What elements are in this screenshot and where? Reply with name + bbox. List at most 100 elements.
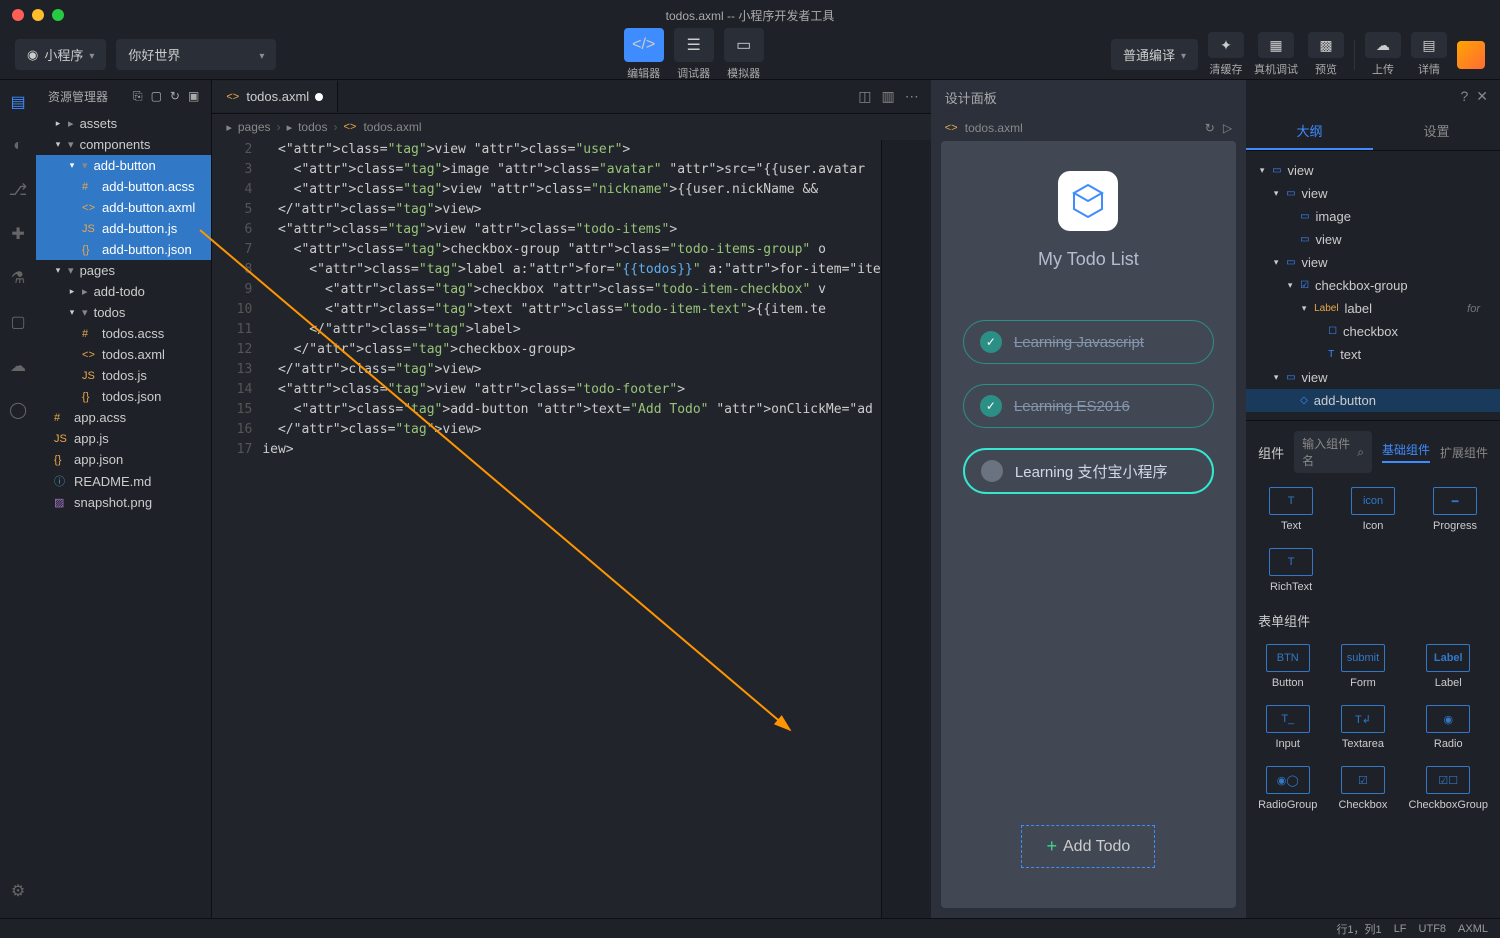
git-activity[interactable]: ⎇	[6, 178, 30, 202]
component-button[interactable]: BTNButton	[1258, 644, 1317, 689]
editor-tab-todos-axml[interactable]: <> todos.axml	[212, 81, 338, 112]
test-activity[interactable]: ⚗	[6, 266, 30, 290]
todo-item[interactable]: ✓ Learning ES2016	[963, 384, 1214, 428]
component-textarea[interactable]: T↲Textarea	[1333, 705, 1392, 750]
compile-mode-dropdown[interactable]: 普通编译	[1111, 39, 1198, 70]
breadcrumb[interactable]: ▸pages › ▸todos › <>todos.axml	[212, 114, 930, 140]
outline-node-checkbox-group[interactable]: ▾☑checkbox-group	[1246, 274, 1500, 297]
settings-activity[interactable]: ⚙	[6, 879, 30, 903]
tree-file-app-js[interactable]: JSapp.js	[36, 428, 211, 449]
split-editor-icon[interactable]: ◫	[858, 88, 871, 105]
upload-button[interactable]: ☁上传	[1365, 32, 1401, 77]
details-button[interactable]: ▤详情	[1411, 32, 1447, 77]
tree-file-add-button-js[interactable]: JSadd-button.js	[36, 218, 211, 239]
tree-folder-add-button[interactable]: ▾▾add-button	[36, 155, 211, 176]
help-icon[interactable]: ?	[1460, 88, 1468, 105]
tree-file-add-button-axml[interactable]: <>add-button.axml	[36, 197, 211, 218]
outline-node-image[interactable]: ▭image	[1246, 205, 1500, 228]
outline-node-add-button[interactable]: ◇add-button	[1246, 389, 1500, 412]
refresh-preview-icon[interactable]: ↻	[1205, 121, 1215, 135]
refresh-icon[interactable]: ↻	[170, 89, 180, 104]
titlebar: todos.axml -- 小程序开发者工具	[0, 0, 1500, 30]
extended-components-tab[interactable]: 扩展组件	[1440, 444, 1488, 461]
npm-activity[interactable]: ▢	[6, 310, 30, 334]
user-avatar[interactable]	[1457, 41, 1485, 69]
real-device-button[interactable]: ▦真机调试	[1254, 32, 1298, 77]
settings-tab[interactable]: 设置	[1373, 113, 1500, 150]
tree-file-add-button-acss[interactable]: #add-button.acss	[36, 176, 211, 197]
search-activity[interactable]: ◐	[6, 134, 30, 158]
tree-file-add-button-json[interactable]: {}add-button.json	[36, 239, 211, 260]
editor-area: <> todos.axml ◫ ▥ ⋯ ▸pages › ▸todos › <>…	[212, 80, 930, 918]
basic-components-tab[interactable]: 基础组件	[1382, 441, 1430, 463]
alipay-icon: ◉	[27, 47, 38, 63]
tree-file-todos-json[interactable]: {}todos.json	[36, 386, 211, 407]
outline-node-view[interactable]: ▾▭view	[1246, 159, 1500, 182]
cloud-activity[interactable]: ☁	[6, 354, 30, 378]
debugger-mode-button[interactable]: ☰	[674, 28, 714, 62]
more-icon[interactable]: ⋯	[905, 88, 919, 105]
component-richtext[interactable]: TRichText	[1258, 548, 1324, 593]
component-input[interactable]: T_Input	[1258, 705, 1317, 750]
tree-file-snapshot[interactable]: ▨snapshot.png	[36, 492, 211, 513]
tree-file-app-json[interactable]: {}app.json	[36, 449, 211, 470]
component-form[interactable]: submitForm	[1333, 644, 1392, 689]
check-icon: ✓	[980, 395, 1002, 417]
tree-file-todos-js[interactable]: JStodos.js	[36, 365, 211, 386]
tree-file-readme[interactable]: ⓘREADME.md	[36, 470, 211, 492]
outline-tab[interactable]: 大纲	[1246, 113, 1373, 150]
outline-node-view[interactable]: ▭view	[1246, 228, 1500, 251]
clear-cache-button[interactable]: ✦清缓存	[1208, 32, 1244, 77]
component-radiogroup[interactable]: ◉◯RadioGroup	[1258, 766, 1317, 811]
tree-folder-add-todo[interactable]: ▸▸add-todo	[36, 281, 211, 302]
tree-file-todos-acss[interactable]: #todos.acss	[36, 323, 211, 344]
preview-button[interactable]: ▩预览	[1308, 32, 1344, 77]
app-logo-icon	[1058, 171, 1118, 231]
new-folder-icon[interactable]: ▢	[151, 89, 162, 104]
component-radio[interactable]: ◉Radio	[1409, 705, 1489, 750]
layout-icon[interactable]: ▥	[882, 88, 895, 105]
add-todo-button[interactable]: + Add Todo	[1021, 825, 1155, 868]
outline-node-text[interactable]: Ttext	[1246, 343, 1500, 366]
language-mode[interactable]: AXML	[1458, 923, 1488, 935]
collapse-icon[interactable]: ▣	[188, 89, 199, 104]
tree-folder-components[interactable]: ▾▾components	[36, 134, 211, 155]
outline-node-checkbox[interactable]: ☐checkbox	[1246, 320, 1500, 343]
outline-node-label[interactable]: ▾Labellabelfor	[1246, 297, 1500, 320]
tree-folder-todos[interactable]: ▾▾todos	[36, 302, 211, 323]
account-activity[interactable]: ◯	[6, 398, 30, 422]
simulator-mode-button[interactable]: ▭	[724, 28, 764, 62]
todo-item[interactable]: Learning 支付宝小程序	[963, 448, 1214, 494]
close-panel-icon[interactable]: ✕	[1476, 88, 1488, 105]
component-icon[interactable]: iconIcon	[1340, 487, 1406, 532]
close-window-button[interactable]	[12, 9, 24, 21]
minimize-window-button[interactable]	[32, 9, 44, 21]
tree-file-todos-axml[interactable]: <>todos.axml	[36, 344, 211, 365]
app-type-dropdown[interactable]: ◉ 小程序	[15, 39, 106, 70]
component-text[interactable]: TText	[1258, 487, 1324, 532]
component-search-input[interactable]: 输入组件名 ⌕	[1294, 431, 1372, 473]
minimap[interactable]	[881, 140, 931, 918]
component-checkbox[interactable]: ☑Checkbox	[1333, 766, 1392, 811]
component-progress[interactable]: ━Progress	[1422, 487, 1488, 532]
tree-folder-assets[interactable]: ▸▸assets	[36, 113, 211, 134]
cursor-position[interactable]: 行1，列1	[1336, 921, 1381, 937]
play-preview-icon[interactable]: ▷	[1223, 121, 1232, 135]
line-ending[interactable]: LF	[1394, 923, 1407, 935]
project-dropdown[interactable]: 你好世界	[116, 39, 276, 70]
tree-folder-pages[interactable]: ▾▾pages	[36, 260, 211, 281]
tree-file-app-acss[interactable]: #app.acss	[36, 407, 211, 428]
component-label[interactable]: LabelLabel	[1409, 644, 1489, 689]
outline-node-view[interactable]: ▾▭view	[1246, 182, 1500, 205]
encoding[interactable]: UTF8	[1419, 923, 1447, 935]
outline-node-view[interactable]: ▾▭view	[1246, 251, 1500, 274]
component-checkboxgroup[interactable]: ☑☐CheckboxGroup	[1409, 766, 1489, 811]
code-editor[interactable]: 234567891011121314151617 <"attr">class="…	[212, 140, 930, 918]
maximize-window-button[interactable]	[52, 9, 64, 21]
new-file-icon[interactable]: ⎘	[133, 89, 143, 104]
extensions-activity[interactable]: ✚	[6, 222, 30, 246]
editor-mode-button[interactable]: </>	[624, 28, 664, 62]
explorer-activity[interactable]: ▤	[6, 90, 30, 114]
outline-node-view[interactable]: ▾▭view	[1246, 366, 1500, 389]
todo-item[interactable]: ✓ Learning Javascript	[963, 320, 1214, 364]
